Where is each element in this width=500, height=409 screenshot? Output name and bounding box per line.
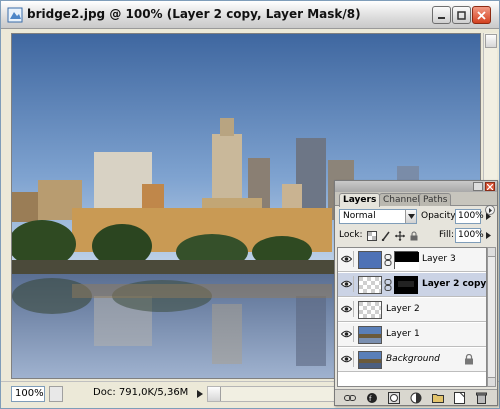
add-mask-icon[interactable] bbox=[387, 392, 400, 404]
layers-list: Layer 3 Layer 2 copy Layer 2 Layer 1 Bac… bbox=[337, 247, 487, 387]
lock-all-icon[interactable] bbox=[408, 230, 419, 241]
layer-name: Layer 3 bbox=[422, 254, 456, 264]
lock-icon bbox=[465, 354, 473, 365]
layer-thumbnail bbox=[358, 351, 382, 369]
new-group-icon[interactable] bbox=[431, 392, 444, 404]
layer-row[interactable]: Layer 2 bbox=[338, 298, 486, 322]
palette-bottom-bar: f bbox=[335, 389, 497, 405]
palette-minimize-button[interactable] bbox=[473, 182, 483, 191]
zoom-field[interactable]: 100% bbox=[11, 386, 45, 402]
fill-label: Fill: bbox=[439, 230, 455, 240]
triangle-right-icon bbox=[197, 390, 203, 398]
dropdown-button[interactable] bbox=[405, 210, 416, 223]
delete-layer-icon[interactable] bbox=[475, 392, 488, 404]
opacity-label: Opacity: bbox=[421, 211, 458, 221]
tab-paths[interactable]: Paths bbox=[419, 193, 452, 206]
visibility-eye-icon[interactable] bbox=[340, 326, 354, 342]
link-chain-icon bbox=[384, 254, 392, 266]
triangle-right-icon bbox=[485, 213, 491, 220]
status-menu-button[interactable] bbox=[49, 386, 63, 402]
layers-scrollbar[interactable] bbox=[487, 247, 496, 387]
scroll-left-button[interactable] bbox=[208, 387, 221, 401]
layer-row[interactable]: Layer 3 bbox=[338, 248, 486, 272]
fill-field[interactable]: 100% bbox=[455, 228, 484, 243]
opacity-slider-button[interactable] bbox=[483, 209, 493, 224]
horizontal-scrollbar[interactable] bbox=[207, 386, 335, 402]
layer-thumbnail bbox=[358, 276, 382, 294]
close-icon bbox=[487, 183, 493, 190]
blend-mode-value: Normal bbox=[343, 211, 376, 221]
adjustment-layer-icon[interactable] bbox=[409, 392, 422, 404]
link-layers-icon[interactable] bbox=[343, 392, 356, 404]
layer-mask-thumbnail[interactable] bbox=[394, 251, 419, 270]
new-layer-icon[interactable] bbox=[453, 392, 466, 404]
minimize-button[interactable] bbox=[432, 6, 451, 24]
tab-layers[interactable]: Layers bbox=[339, 193, 381, 207]
lock-label: Lock: bbox=[339, 230, 363, 240]
layers-palette: Layers Channels Paths Normal Opacity: 10… bbox=[334, 180, 498, 406]
fill-slider-button[interactable] bbox=[483, 228, 493, 243]
doc-info: Doc: 791,0K/5,36M bbox=[93, 387, 189, 398]
palette-close-button[interactable] bbox=[485, 182, 495, 191]
minimize-icon bbox=[438, 16, 445, 19]
lock-row: Lock: Fill: 100% bbox=[339, 228, 495, 244]
lock-transparency-icon[interactable] bbox=[366, 230, 377, 241]
layer-row[interactable]: Layer 2 copy bbox=[338, 273, 486, 297]
visibility-eye-icon[interactable] bbox=[340, 251, 354, 267]
layer-row[interactable]: Layer 1 bbox=[338, 323, 486, 347]
maximize-button[interactable] bbox=[452, 6, 471, 24]
photoshop-doc-icon bbox=[7, 7, 23, 23]
layer-name: Layer 1 bbox=[386, 329, 420, 339]
status-info-arrow[interactable] bbox=[195, 386, 205, 402]
close-icon bbox=[477, 10, 486, 20]
triangle-right-icon bbox=[485, 232, 491, 239]
lock-position-icon[interactable] bbox=[394, 230, 405, 241]
chevron-down-icon bbox=[407, 214, 415, 219]
blend-mode-select[interactable]: Normal bbox=[339, 209, 417, 224]
palette-tabs: Layers Channels Paths bbox=[335, 192, 497, 215]
window-title: bridge2.jpg @ 100% (Layer 2 copy, Layer … bbox=[27, 7, 361, 21]
layer-mask-thumbnail[interactable] bbox=[394, 276, 418, 294]
layer-name: Layer 2 bbox=[386, 304, 420, 314]
layer-name: Layer 2 copy bbox=[422, 279, 487, 289]
layer-style-icon[interactable]: f bbox=[365, 392, 378, 404]
layer-name: Background bbox=[386, 354, 440, 364]
link-chain-icon bbox=[384, 279, 392, 291]
scroll-down-button[interactable] bbox=[488, 377, 495, 386]
visibility-eye-icon[interactable] bbox=[340, 276, 354, 292]
layer-thumbnail bbox=[358, 326, 382, 344]
layer-thumbnail bbox=[358, 251, 382, 269]
visibility-eye-icon[interactable] bbox=[340, 301, 354, 317]
title-bar[interactable]: bridge2.jpg @ 100% (Layer 2 copy, Layer … bbox=[1, 1, 499, 29]
palette-title-bar[interactable] bbox=[335, 181, 497, 192]
scroll-up-button[interactable] bbox=[485, 34, 497, 48]
lock-pixels-icon[interactable] bbox=[380, 230, 391, 241]
visibility-eye-icon[interactable] bbox=[340, 351, 354, 367]
scroll-up-button[interactable] bbox=[488, 248, 495, 257]
blend-row: Normal Opacity: 100% bbox=[339, 209, 495, 225]
close-button[interactable] bbox=[472, 6, 491, 24]
layer-thumbnail bbox=[358, 301, 382, 319]
maximize-icon bbox=[457, 10, 466, 20]
layer-row[interactable]: Background bbox=[338, 348, 486, 372]
opacity-field[interactable]: 100% bbox=[455, 209, 484, 224]
